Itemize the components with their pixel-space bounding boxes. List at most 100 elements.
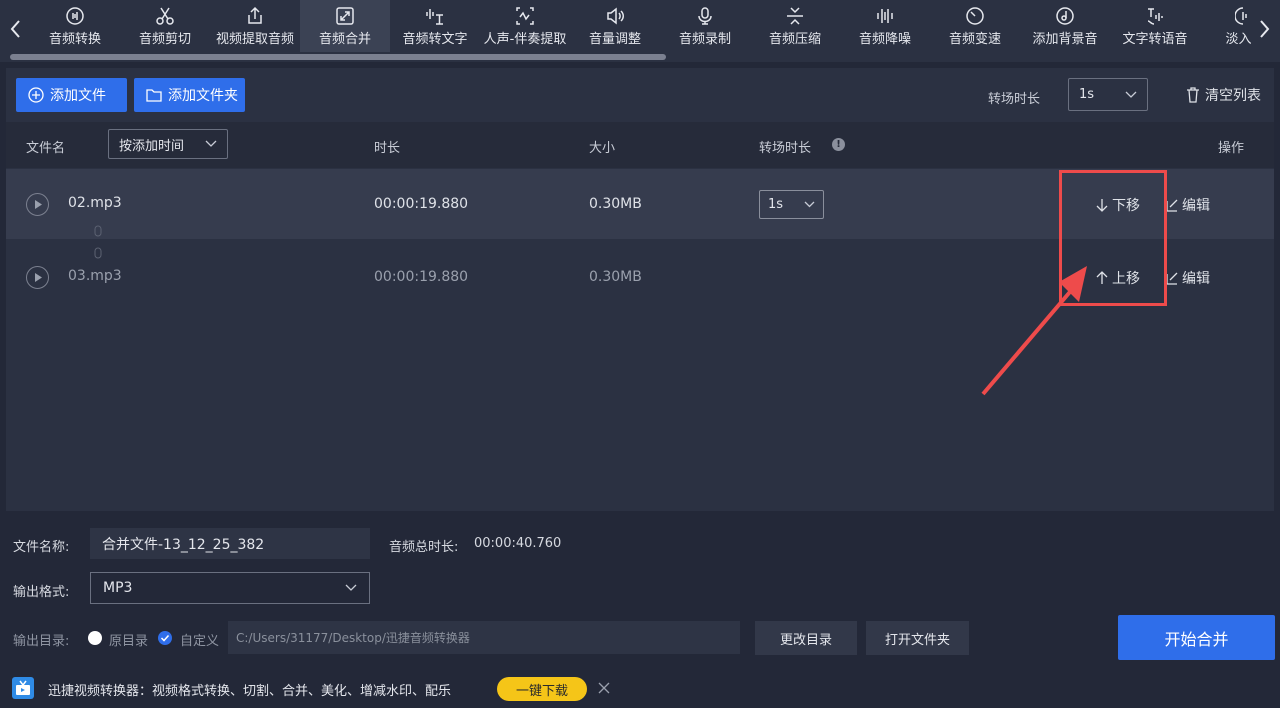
open-folder-button[interactable]: 打开文件夹 bbox=[866, 621, 969, 655]
tool-fade-in-out[interactable]: 淡入淡 bbox=[1200, 0, 1252, 52]
start-merge-button[interactable]: 开始合并 bbox=[1118, 615, 1275, 660]
tool-label: 音频录制 bbox=[678, 32, 731, 47]
file-duration: 00:00:19.880 bbox=[374, 269, 469, 285]
plus-circle-icon bbox=[28, 87, 44, 103]
folder-icon bbox=[146, 89, 162, 102]
global-transition-select[interactable]: 1s bbox=[1068, 78, 1148, 111]
header-size: 大小 bbox=[589, 141, 616, 156]
tool-label: 音频变速 bbox=[948, 32, 1001, 47]
voice-extract-icon bbox=[515, 6, 535, 26]
tool-audio-merge[interactable]: 音频合并 bbox=[300, 0, 390, 52]
edit-label: 编辑 bbox=[1182, 198, 1210, 214]
compress-icon bbox=[785, 6, 805, 26]
tool-add-background-music[interactable]: 添加背景音 bbox=[1020, 0, 1110, 52]
output-path-field[interactable]: C:/Users/31177/Desktop/迅捷音频转换器 bbox=[228, 621, 740, 654]
close-icon[interactable] bbox=[598, 682, 610, 694]
chevron-down-icon bbox=[804, 201, 815, 208]
tool-audio-record[interactable]: 音频录制 bbox=[660, 0, 750, 52]
chevron-down-icon bbox=[345, 584, 357, 591]
check-icon bbox=[160, 634, 170, 642]
edit-label: 编辑 bbox=[1182, 271, 1210, 287]
merge-icon bbox=[335, 6, 355, 26]
edit-icon bbox=[1166, 272, 1178, 285]
sort-value: 按添加时间 bbox=[119, 138, 185, 154]
edit-button[interactable]: 编辑 bbox=[1166, 268, 1210, 288]
output-format-select[interactable]: MP3 bbox=[90, 572, 370, 604]
tool-audio-speed[interactable]: 音频变速 bbox=[930, 0, 1020, 52]
upload-box-icon bbox=[245, 6, 265, 26]
tool-audio-compress[interactable]: 音频压缩 bbox=[750, 0, 840, 52]
tool-label: 音频降噪 bbox=[858, 32, 911, 47]
change-dir-label: 更改目录 bbox=[779, 632, 832, 648]
output-dir-label: 输出目录: bbox=[13, 634, 70, 649]
chevron-down-icon bbox=[1125, 91, 1137, 98]
play-icon bbox=[35, 200, 42, 209]
info-icon[interactable]: ! bbox=[832, 138, 845, 151]
sort-select[interactable]: 按添加时间 bbox=[108, 129, 228, 159]
total-duration-value: 00:00:40.760 bbox=[474, 536, 562, 551]
add-folder-button[interactable]: 添加文件夹 bbox=[134, 78, 245, 112]
download-button[interactable]: 一键下载 bbox=[497, 677, 587, 701]
tool-vocal-extract[interactable]: 人声-伴奏提取 bbox=[480, 0, 570, 52]
tts-icon bbox=[1145, 6, 1165, 26]
tool-label: 添加背景音 bbox=[1032, 32, 1098, 47]
video-converter-logo-icon bbox=[12, 677, 34, 699]
play-button[interactable] bbox=[26, 266, 49, 289]
chevron-down-icon bbox=[205, 140, 217, 147]
file-name: 02.mp3 bbox=[68, 195, 122, 211]
tool-bar: 音频转换 音频剪切 视频提取音频 音频合并 音频转文字 人声-伴奏提取 音量调整… bbox=[0, 0, 1280, 62]
output-path-value: C:/Users/31177/Desktop/迅捷音频转换器 bbox=[236, 631, 470, 645]
tool-label: 音量调整 bbox=[588, 32, 641, 47]
row-transition-select[interactable]: 1s bbox=[759, 190, 824, 219]
add-file-label: 添加文件 bbox=[50, 88, 106, 104]
wave-text-icon bbox=[425, 6, 445, 26]
output-format-label: 输出格式: bbox=[13, 585, 70, 600]
file-size: 0.30MB bbox=[589, 196, 642, 212]
edit-button[interactable]: 编辑 bbox=[1166, 195, 1210, 215]
original-dir-radio[interactable] bbox=[88, 631, 102, 645]
clear-list-button[interactable]: 清空列表 bbox=[1186, 85, 1261, 105]
play-icon bbox=[35, 273, 42, 282]
output-filename-label: 文件名称: bbox=[13, 540, 70, 555]
tool-audio-convert[interactable]: 音频转换 bbox=[30, 0, 120, 52]
table-header: 文件名 按添加时间 时长 大小 转场时长 操作 bbox=[6, 122, 1274, 168]
tool-label: 文字转语音 bbox=[1122, 32, 1188, 47]
tool-label: 淡入淡 bbox=[1225, 32, 1252, 47]
tool-volume-adjust[interactable]: 音量调整 bbox=[570, 0, 660, 52]
tool-audio-to-text[interactable]: 音频转文字 bbox=[390, 0, 480, 52]
add-file-button[interactable]: 添加文件 bbox=[16, 78, 127, 112]
header-operation: 操作 bbox=[1218, 141, 1245, 156]
tool-list: 音频转换 音频剪切 视频提取音频 音频合并 音频转文字 人声-伴奏提取 音量调整… bbox=[30, 0, 1252, 52]
scroll-left-arrow-icon[interactable] bbox=[2, 14, 30, 44]
volume-icon bbox=[605, 6, 625, 26]
scroll-right-arrow-icon[interactable] bbox=[1250, 14, 1278, 44]
tool-text-to-speech[interactable]: 文字转语音 bbox=[1110, 0, 1200, 52]
file-name: 03.mp3 bbox=[68, 268, 122, 284]
output-filename-input[interactable]: 合并文件-13_12_25_382 bbox=[90, 528, 370, 559]
change-dir-button[interactable]: 更改目录 bbox=[755, 621, 857, 655]
add-folder-label: 添加文件夹 bbox=[168, 88, 238, 104]
tool-audio-denoise[interactable]: 音频降噪 bbox=[840, 0, 930, 52]
tool-label: 视频提取音频 bbox=[215, 32, 294, 47]
tool-label: 人声-伴奏提取 bbox=[483, 32, 567, 47]
custom-dir-label: 自定义 bbox=[180, 634, 220, 649]
header-duration: 时长 bbox=[374, 141, 401, 156]
audio-convert-icon bbox=[65, 6, 85, 26]
tool-video-extract-audio[interactable]: 视频提取音频 bbox=[210, 0, 300, 52]
file-duration: 00:00:19.880 bbox=[374, 196, 469, 212]
global-transition-value: 1s bbox=[1079, 87, 1095, 102]
denoise-icon bbox=[875, 6, 895, 26]
clear-list-label: 清空列表 bbox=[1205, 88, 1261, 104]
custom-dir-radio[interactable] bbox=[158, 631, 172, 645]
toolbar-scrollbar[interactable] bbox=[10, 54, 666, 60]
tool-label: 音频转文字 bbox=[402, 32, 468, 47]
download-label: 一键下载 bbox=[515, 683, 568, 699]
edit-icon bbox=[1166, 199, 1178, 212]
open-folder-label: 打开文件夹 bbox=[884, 632, 950, 648]
transition-duration-label: 转场时长 bbox=[988, 92, 1041, 107]
play-button[interactable] bbox=[26, 193, 49, 216]
speed-icon bbox=[965, 6, 985, 26]
original-dir-label: 原目录 bbox=[109, 634, 149, 649]
tool-label: 音频剪切 bbox=[138, 32, 191, 47]
tool-audio-cut[interactable]: 音频剪切 bbox=[120, 0, 210, 52]
